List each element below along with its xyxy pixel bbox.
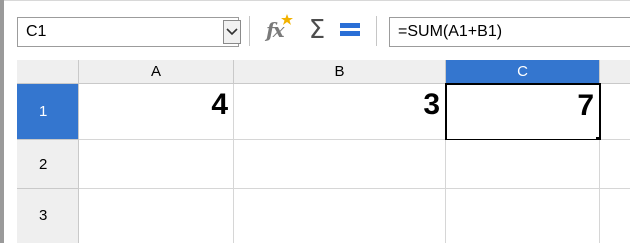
cell-d1[interactable] [601, 84, 630, 140]
cell-a2[interactable] [79, 140, 234, 189]
equals-bar-top [340, 23, 360, 28]
toolbar-separator [376, 16, 377, 46]
column-header-a[interactable]: A [79, 60, 234, 84]
sparkle-icon [281, 14, 293, 25]
formula-bar: C1 fx Σ =SUM(A1+B1) [4, 8, 630, 54]
column-header-d[interactable] [600, 60, 630, 84]
column-header-b[interactable]: B [234, 60, 446, 84]
function-wizard-button[interactable]: fx [266, 14, 296, 46]
cell-c3[interactable] [446, 189, 600, 243]
name-box-dropdown-button[interactable] [223, 20, 241, 44]
cell-b1[interactable]: 3 [234, 84, 446, 140]
name-box[interactable]: C1 [17, 17, 241, 47]
cell-d2[interactable] [600, 140, 630, 189]
column-header-c[interactable]: C [446, 60, 600, 84]
sigma-icon[interactable]: Σ [304, 14, 330, 46]
formula-input[interactable]: =SUM(A1+B1) [389, 17, 630, 47]
cell-c2[interactable] [446, 140, 600, 189]
formula-input-value[interactable]: =SUM(A1+B1) [398, 23, 502, 41]
cell-b1-value: 3 [423, 88, 440, 121]
chevron-down-icon [226, 28, 238, 36]
equals-bar-bottom [340, 31, 360, 36]
cell-b2[interactable] [234, 140, 446, 189]
cell-d3[interactable] [600, 189, 630, 243]
row-header-3[interactable]: 3 [17, 189, 79, 243]
cell-a1[interactable]: 4 [79, 84, 234, 140]
cell-a1-value: 4 [211, 88, 228, 121]
select-all-corner[interactable] [17, 60, 79, 84]
equals-icon[interactable] [338, 21, 364, 41]
row-header-2[interactable]: 2 [17, 140, 79, 189]
cell-c1-value: 7 [577, 89, 594, 122]
row-header-1[interactable]: 1 [17, 84, 79, 140]
name-box-value[interactable]: C1 [26, 23, 46, 41]
cell-c1[interactable]: 7 [445, 83, 601, 141]
cell-a3[interactable] [79, 189, 234, 243]
sheet-grid: A B C 1 2 3 4 3 7 [4, 54, 630, 243]
cell-b3[interactable] [234, 189, 446, 243]
toolbar-separator [249, 16, 250, 46]
